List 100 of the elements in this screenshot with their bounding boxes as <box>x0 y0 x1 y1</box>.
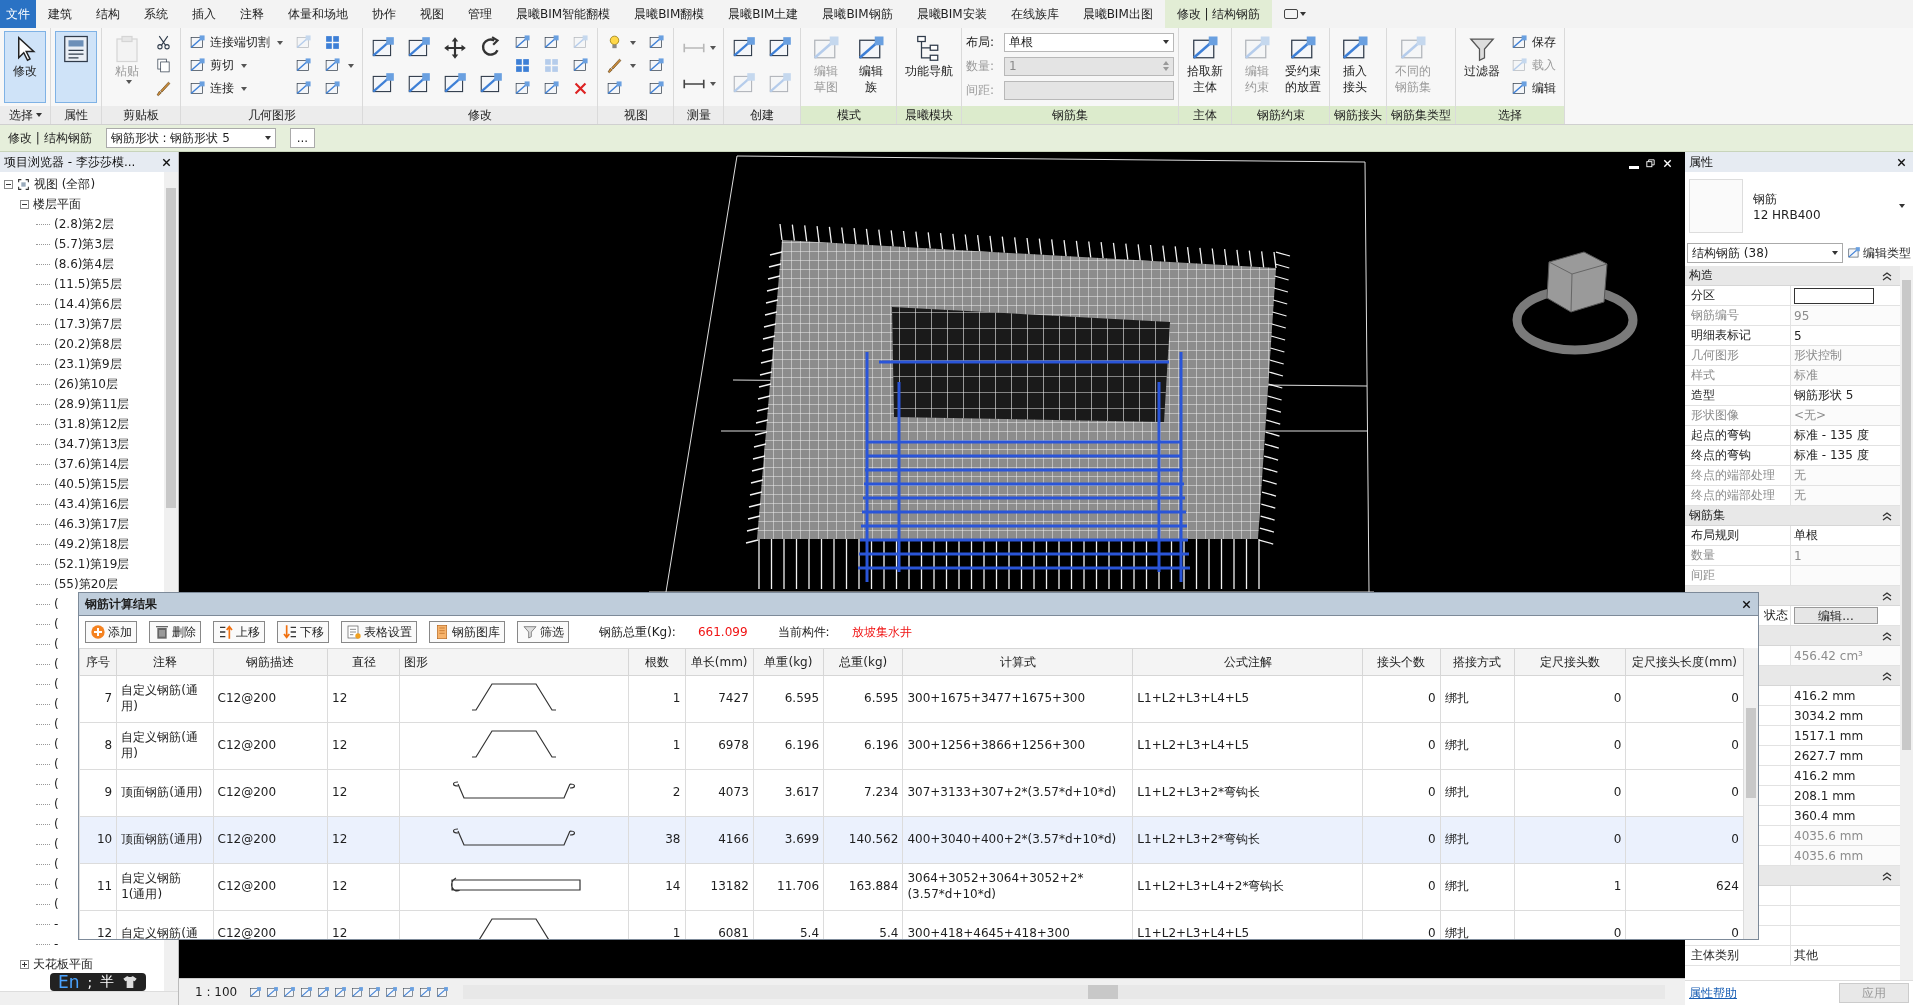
tree-item[interactable]: (37.6)第14层 <box>54 455 130 473</box>
dropdown[interactable]: 单根 <box>1004 32 1174 52</box>
toolbar-button[interactable]: 上移 <box>213 621 265 643</box>
toolbar-button[interactable]: 下移 <box>277 621 329 643</box>
tree-item[interactable]: (5.7)第3层 <box>54 235 115 253</box>
menu-tab[interactable]: 晨曦BIM翻模 <box>622 0 717 28</box>
tree-item[interactable]: ( <box>54 857 59 871</box>
tree-item[interactable]: ( <box>54 797 59 811</box>
panel-toggle-icon[interactable] <box>1284 9 1307 19</box>
column-header[interactable]: 根数 <box>628 648 685 676</box>
scrollbar-thumb[interactable] <box>1088 985 1119 999</box>
tree-item[interactable]: (14.4)第6层 <box>54 295 122 313</box>
scrollbar-thumb[interactable] <box>1902 280 1911 750</box>
tree-item[interactable]: (20.2)第8层 <box>54 335 122 353</box>
tree-item[interactable]: ( <box>54 737 59 751</box>
caret-icon[interactable] <box>630 63 636 68</box>
ribbon-button[interactable]: 剪切 <box>185 54 287 77</box>
tree-item[interactable]: ( <box>54 717 59 731</box>
property-row[interactable]: 起点的弯钩 标准 - 135 度 <box>1685 426 1900 446</box>
column-header[interactable]: 公式注解 <box>1132 648 1363 676</box>
caret-icon[interactable] <box>348 63 354 68</box>
tree-item[interactable]: ( <box>54 697 59 711</box>
menu-tab[interactable]: 注释 <box>228 0 276 28</box>
tree-item[interactable]: ( <box>54 637 59 651</box>
ribbon-button[interactable]: 保存 <box>1507 31 1560 54</box>
menu-tab[interactable]: 建筑 <box>36 0 84 28</box>
toolbar-button[interactable]: 表格设置 <box>341 621 417 643</box>
menu-tab[interactable]: 晨曦BIM土建 <box>716 0 811 28</box>
caret-icon[interactable] <box>241 63 247 68</box>
collapse-toggle-icon[interactable] <box>20 199 29 209</box>
width-label[interactable]: 半 <box>100 973 115 991</box>
punctuation-label[interactable]: ; <box>87 974 93 990</box>
tree-item[interactable]: ( <box>54 617 59 631</box>
scrollbar[interactable] <box>463 985 1665 999</box>
tree-item[interactable]: ( <box>54 757 59 771</box>
input-mode-label[interactable]: En <box>58 972 80 992</box>
tree-item[interactable]: - <box>54 937 59 951</box>
tree-item[interactable]: (31.8)第12层 <box>54 415 130 433</box>
tree-item[interactable]: ( <box>54 877 59 891</box>
tree-item[interactable]: (34.7)第13层 <box>54 435 130 453</box>
menu-tab[interactable]: 晨曦BIM安装 <box>904 0 999 28</box>
edit-type-button[interactable]: 编辑类型 <box>1847 244 1911 262</box>
caret-icon[interactable] <box>710 82 716 86</box>
collapse-icon[interactable] <box>1882 510 1892 521</box>
collapse-icon[interactable] <box>1882 630 1892 641</box>
ribbon-button[interactable]: 过滤器 <box>1460 31 1504 103</box>
tree-item[interactable]: (49.2)第18层 <box>54 535 130 553</box>
ribbon-button[interactable]: 编辑 <box>1507 77 1560 100</box>
menu-tab[interactable]: 修改 | 结构钢筋 <box>1164 0 1273 28</box>
help-link[interactable]: 属性帮助 <box>1689 984 1737 1002</box>
collapse-toggle-icon[interactable] <box>4 179 13 189</box>
tree-item[interactable]: (26)第10层 <box>54 375 118 393</box>
scrollbar[interactable] <box>1744 648 1758 939</box>
caret-icon[interactable] <box>241 86 247 91</box>
collapse-icon[interactable] <box>1882 270 1892 281</box>
caret-icon[interactable] <box>277 40 283 45</box>
menu-tab[interactable]: 视图 <box>408 0 456 28</box>
column-header[interactable]: 单长(mm) <box>685 648 754 676</box>
expand-toggle-icon[interactable] <box>20 959 29 969</box>
tree-item[interactable]: (23.1)第9层 <box>54 355 122 373</box>
column-header[interactable]: 注释 <box>116 648 214 676</box>
ribbon-button[interactable]: 插入接头 <box>1334 31 1376 103</box>
group-header[interactable]: 构造 <box>1685 266 1900 286</box>
menu-tab[interactable]: 体量和场地 <box>276 0 360 28</box>
scale-label[interactable]: 1 : 100 <box>195 985 238 999</box>
ribbon-button[interactable]: 功能导航 <box>901 31 957 103</box>
input-field[interactable] <box>1794 287 1874 304</box>
menu-tab[interactable]: 晨曦BIM出图 <box>1070 0 1165 28</box>
ribbon-button[interactable]: 修改 <box>4 31 46 103</box>
tree-item[interactable]: ( <box>54 677 59 691</box>
instance-dropdown[interactable]: 结构钢筋 (38) <box>1687 243 1843 263</box>
column-header[interactable]: 钢筋描述 <box>213 648 328 676</box>
type-dropdown[interactable]: 钢筋形状 : 钢筋形状 5 <box>105 128 276 148</box>
tree-item[interactable]: ( <box>54 837 59 851</box>
tree-item[interactable]: (46.3)第17层 <box>54 515 130 533</box>
tree-item[interactable]: (43.4)第16层 <box>54 495 130 513</box>
collapse-icon[interactable] <box>1882 870 1892 881</box>
scrollbar-thumb[interactable] <box>1746 708 1756 798</box>
tree-item[interactable]: (17.3)第7层 <box>54 315 122 333</box>
tree-item[interactable]: 视图 (全部) <box>34 175 96 193</box>
toolbar-button[interactable]: 钢筋图库 <box>429 621 505 643</box>
tree-item[interactable]: (52.1)第19层 <box>54 555 130 573</box>
property-row[interactable]: 分区 <box>1685 286 1900 306</box>
more-button[interactable]: ... <box>289 128 316 148</box>
caret-icon[interactable] <box>35 113 42 117</box>
toolbar-button[interactable]: 添加 <box>85 621 137 643</box>
menu-tab[interactable]: 在线族库 <box>998 0 1071 28</box>
menu-tab[interactable]: 晨曦BIM智能翻模 <box>504 0 623 28</box>
table-row[interactable]: 10 顶面钢筋(通用) C12@200 12 38 4166 3.699 140.562 400+3040+400+2*(3.57*d+10*d) L1+L2+L3+2*弯钩长 0 绑扎 0 0 <box>79 816 1744 864</box>
tree-item[interactable]: (11.5)第5层 <box>54 275 122 293</box>
tree-item[interactable]: ( <box>54 657 59 671</box>
ribbon-button[interactable]: 连接端切割 <box>185 31 287 54</box>
ribbon-button[interactable]: 受约束的放置 <box>1281 31 1325 103</box>
collapse-icon[interactable] <box>1882 670 1892 681</box>
menu-tab[interactable]: 结构 <box>84 0 132 28</box>
tree-item[interactable]: (55)第20层 <box>54 575 118 593</box>
collapse-icon[interactable] <box>1882 590 1892 601</box>
tree-item[interactable]: ( <box>54 597 59 611</box>
column-header[interactable]: 图形 <box>399 648 629 676</box>
tree-item[interactable]: ( <box>54 777 59 791</box>
